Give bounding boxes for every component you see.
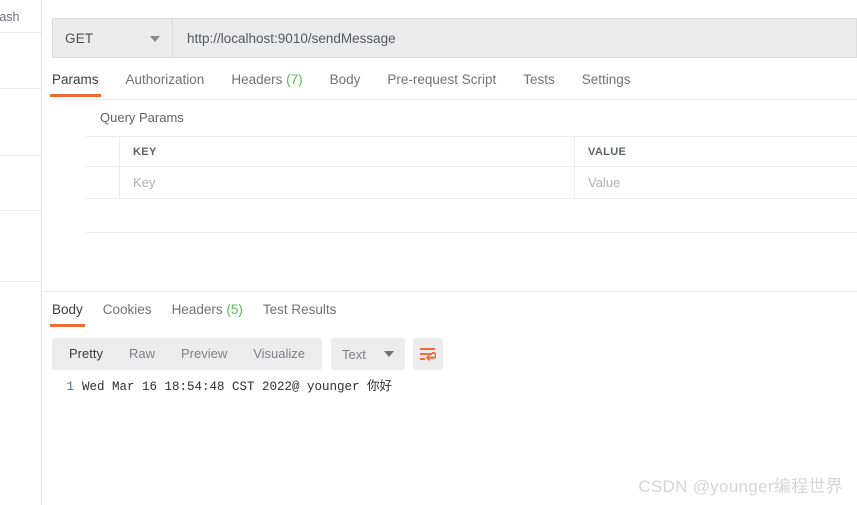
sidebar-item-trash[interactable]: Trash <box>0 10 42 24</box>
chevron-down-icon <box>150 36 160 42</box>
query-params-table: KEY VALUE Key Value <box>86 136 857 233</box>
chevron-down-icon <box>383 351 394 357</box>
tab-tests[interactable]: Tests <box>523 72 555 97</box>
tab-pre-request-script[interactable]: Pre-request Script <box>387 72 496 97</box>
view-mode-preview[interactable]: Preview <box>168 338 240 370</box>
method-label: GET <box>65 30 94 46</box>
sidebar-divider <box>0 281 42 282</box>
url-input[interactable]: http://localhost:9010/sendMessage <box>173 19 856 57</box>
line-number: 1 <box>66 380 74 394</box>
key-input[interactable]: Key <box>120 167 575 198</box>
tab-label: Headers <box>171 302 223 317</box>
wrap-text-icon <box>420 347 437 361</box>
tab-settings[interactable]: Settings <box>582 72 631 97</box>
tab-label: Pre-request Script <box>387 72 497 87</box>
url-bar: GET http://localhost:9010/sendMessage <box>52 18 857 58</box>
postman-window: Trash GET http://localhost:9010/sendMess… <box>0 0 857 505</box>
query-params-title: Query Params <box>100 110 184 125</box>
table-filler-row <box>86 199 857 233</box>
method-selector[interactable]: GET <box>53 19 173 57</box>
tab-body[interactable]: Body <box>330 72 361 97</box>
sidebar-item-label: Trash <box>0 10 20 24</box>
response-tabs: Body Cookies Headers (5) Test Results <box>50 302 356 330</box>
response-toolbar: Pretty Raw Preview Visualize Text <box>52 338 443 370</box>
tab-response-body[interactable]: Body <box>50 302 85 327</box>
tab-count: (7) <box>286 72 303 87</box>
value-input[interactable]: Value <box>575 167 857 198</box>
pane-divider[interactable] <box>43 291 857 292</box>
tab-label: Test Results <box>262 302 337 317</box>
content-type-selector[interactable]: Text <box>331 338 405 370</box>
tab-label: Settings <box>581 72 631 87</box>
url-value: http://localhost:9010/sendMessage <box>187 30 396 46</box>
code-text: Wed Mar 16 18:54:48 CST 2022@ younger 你好 <box>82 380 393 394</box>
view-mode-group: Pretty Raw Preview Visualize <box>52 338 323 370</box>
tab-label: Cookies <box>102 302 152 317</box>
view-mode-visualize[interactable]: Visualize <box>240 338 318 370</box>
tab-test-results[interactable]: Test Results <box>263 302 337 327</box>
view-mode-raw[interactable]: Raw <box>116 338 168 370</box>
row-checkbox-cell[interactable] <box>86 167 120 198</box>
code-line: 1 Wed Mar 16 18:54:48 CST 2022@ younger … <box>52 378 857 396</box>
tab-response-headers[interactable]: Headers (5) <box>172 302 243 327</box>
tab-label: Tests <box>523 72 555 87</box>
table-row[interactable]: Key Value <box>86 167 857 199</box>
sidebar-divider <box>0 210 42 211</box>
tab-authorization[interactable]: Authorization <box>126 72 205 97</box>
tab-label: Authorization <box>125 72 205 87</box>
sidebar: Trash <box>0 0 42 505</box>
request-tabs: Params Authorization Headers (7) Body Pr… <box>50 72 857 100</box>
content-type-label: Text <box>342 346 366 362</box>
sidebar-divider <box>0 155 42 156</box>
tab-label: Params <box>52 72 99 87</box>
tab-response-cookies[interactable]: Cookies <box>103 302 152 327</box>
wrap-text-button[interactable] <box>412 338 443 370</box>
request-tabs-underline <box>52 99 857 100</box>
request-response-pane: GET http://localhost:9010/sendMessage Pa… <box>43 0 857 505</box>
tab-count: (5) <box>226 302 243 317</box>
tab-label: Body <box>329 72 361 87</box>
tab-headers[interactable]: Headers (7) <box>231 72 302 97</box>
sidebar-divider <box>0 32 42 33</box>
tab-params[interactable]: Params <box>50 72 101 97</box>
watermark: CSDN @younger编程世界 <box>638 477 843 496</box>
column-header-value: VALUE <box>588 145 627 158</box>
tab-label: Body <box>52 302 83 317</box>
table-header-row: KEY VALUE <box>86 137 857 167</box>
tab-label: Headers <box>231 72 283 87</box>
column-header-key: KEY <box>120 137 575 166</box>
row-checkbox-cell <box>86 137 120 166</box>
sidebar-divider <box>0 88 42 89</box>
view-mode-pretty[interactable]: Pretty <box>56 338 116 370</box>
